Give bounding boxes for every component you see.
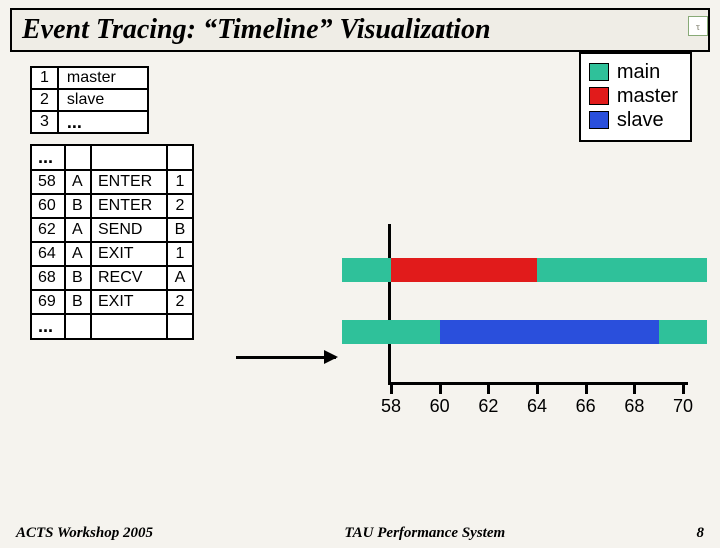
ev-arg: A <box>167 266 193 290</box>
ev-name: EXIT <box>91 242 167 266</box>
ev-proc: B <box>65 290 91 314</box>
table-row: 58AENTER1 <box>31 170 193 194</box>
timeline-bar <box>440 320 659 344</box>
legend-label: slave <box>617 108 664 132</box>
footer-left: ACTS Workshop 2005 <box>16 525 153 542</box>
ev-time: 64 <box>31 242 65 266</box>
tick-label: 66 <box>576 396 596 417</box>
ev-arg: B <box>167 218 193 242</box>
tick-x <box>439 382 442 394</box>
timeline-bar <box>342 258 391 282</box>
proc-num: 1 <box>31 67 58 89</box>
tick-x <box>633 382 636 394</box>
tick-label: 64 <box>527 396 547 417</box>
timeline-bar <box>391 258 537 282</box>
empty-cell <box>65 145 91 170</box>
table-row: 60BENTER2 <box>31 194 193 218</box>
table-row: ... <box>31 314 193 339</box>
proc-label: slave <box>58 89 148 111</box>
ev-proc: B <box>65 194 91 218</box>
tick-x <box>390 382 393 394</box>
slide-content: 1 master 2 slave 3 ... main master slave… <box>0 52 720 340</box>
footer: ACTS Workshop 2005 TAU Performance Syste… <box>0 525 720 542</box>
ev-proc: B <box>65 266 91 290</box>
proc-num: 2 <box>31 89 58 111</box>
legend-item: slave <box>589 108 678 132</box>
ev-time: 60 <box>31 194 65 218</box>
ev-arg: 2 <box>167 290 193 314</box>
table-row: 68BRECVA <box>31 266 193 290</box>
timeline-bar <box>659 320 708 344</box>
empty-cell <box>167 145 193 170</box>
ev-name: SEND <box>91 218 167 242</box>
legend-label: master <box>617 84 678 108</box>
ev-proc: A <box>65 242 91 266</box>
footer-right: 8 <box>696 525 704 542</box>
event-dots: ... <box>31 145 65 170</box>
legend-label: main <box>617 60 660 84</box>
legend-item: main <box>589 60 678 84</box>
ev-time: 68 <box>31 266 65 290</box>
empty-cell <box>91 314 167 339</box>
table-row: 62ASENDB <box>31 218 193 242</box>
page-title: Event Tracing: “Timeline” Visualization <box>10 8 710 52</box>
tick-x <box>585 382 588 394</box>
arrow-icon <box>236 356 336 359</box>
proc-label: master <box>58 67 148 89</box>
event-dots: ... <box>31 314 65 339</box>
table-row: 1 master <box>31 67 148 89</box>
legend: main master slave <box>579 52 692 142</box>
tick-label: 68 <box>624 396 644 417</box>
tick-x <box>487 382 490 394</box>
table-row: 3 ... <box>31 111 148 133</box>
legend-swatch-slave <box>589 111 609 129</box>
proc-num: 3 <box>31 111 58 133</box>
table-row: 69BEXIT2 <box>31 290 193 314</box>
timeline-bar <box>342 320 439 344</box>
ev-arg: 2 <box>167 194 193 218</box>
empty-cell <box>65 314 91 339</box>
table-row: 2 slave <box>31 89 148 111</box>
ev-name: ENTER <box>91 194 167 218</box>
ev-proc: A <box>65 170 91 194</box>
timeline-chart: A B 58606264666870 <box>350 224 690 424</box>
ev-name: RECV <box>91 266 167 290</box>
ev-arg: 1 <box>167 170 193 194</box>
ev-time: 62 <box>31 218 65 242</box>
timeline-bar <box>537 258 707 282</box>
tau-logo: τ <box>688 16 708 36</box>
ev-time: 58 <box>31 170 65 194</box>
ev-time: 69 <box>31 290 65 314</box>
ev-proc: A <box>65 218 91 242</box>
proc-dots: ... <box>58 111 148 133</box>
empty-cell <box>91 145 167 170</box>
tick-label: 58 <box>381 396 401 417</box>
legend-swatch-master <box>589 87 609 105</box>
legend-swatch-main <box>589 63 609 81</box>
table-row: ... <box>31 145 193 170</box>
tick-label: 60 <box>430 396 450 417</box>
tick-x <box>682 382 685 394</box>
legend-item: master <box>589 84 678 108</box>
ev-name: ENTER <box>91 170 167 194</box>
event-table: ... 58AENTER1 60BENTER2 62ASENDB 64AEXIT… <box>30 144 194 340</box>
tick-label: 62 <box>478 396 498 417</box>
axis-y <box>388 224 391 384</box>
table-row: 64AEXIT1 <box>31 242 193 266</box>
ev-name: EXIT <box>91 290 167 314</box>
empty-cell <box>167 314 193 339</box>
tick-label: 70 <box>673 396 693 417</box>
footer-center: TAU Performance System <box>344 525 505 542</box>
process-table: 1 master 2 slave 3 ... <box>30 66 149 134</box>
tick-x <box>536 382 539 394</box>
ev-arg: 1 <box>167 242 193 266</box>
